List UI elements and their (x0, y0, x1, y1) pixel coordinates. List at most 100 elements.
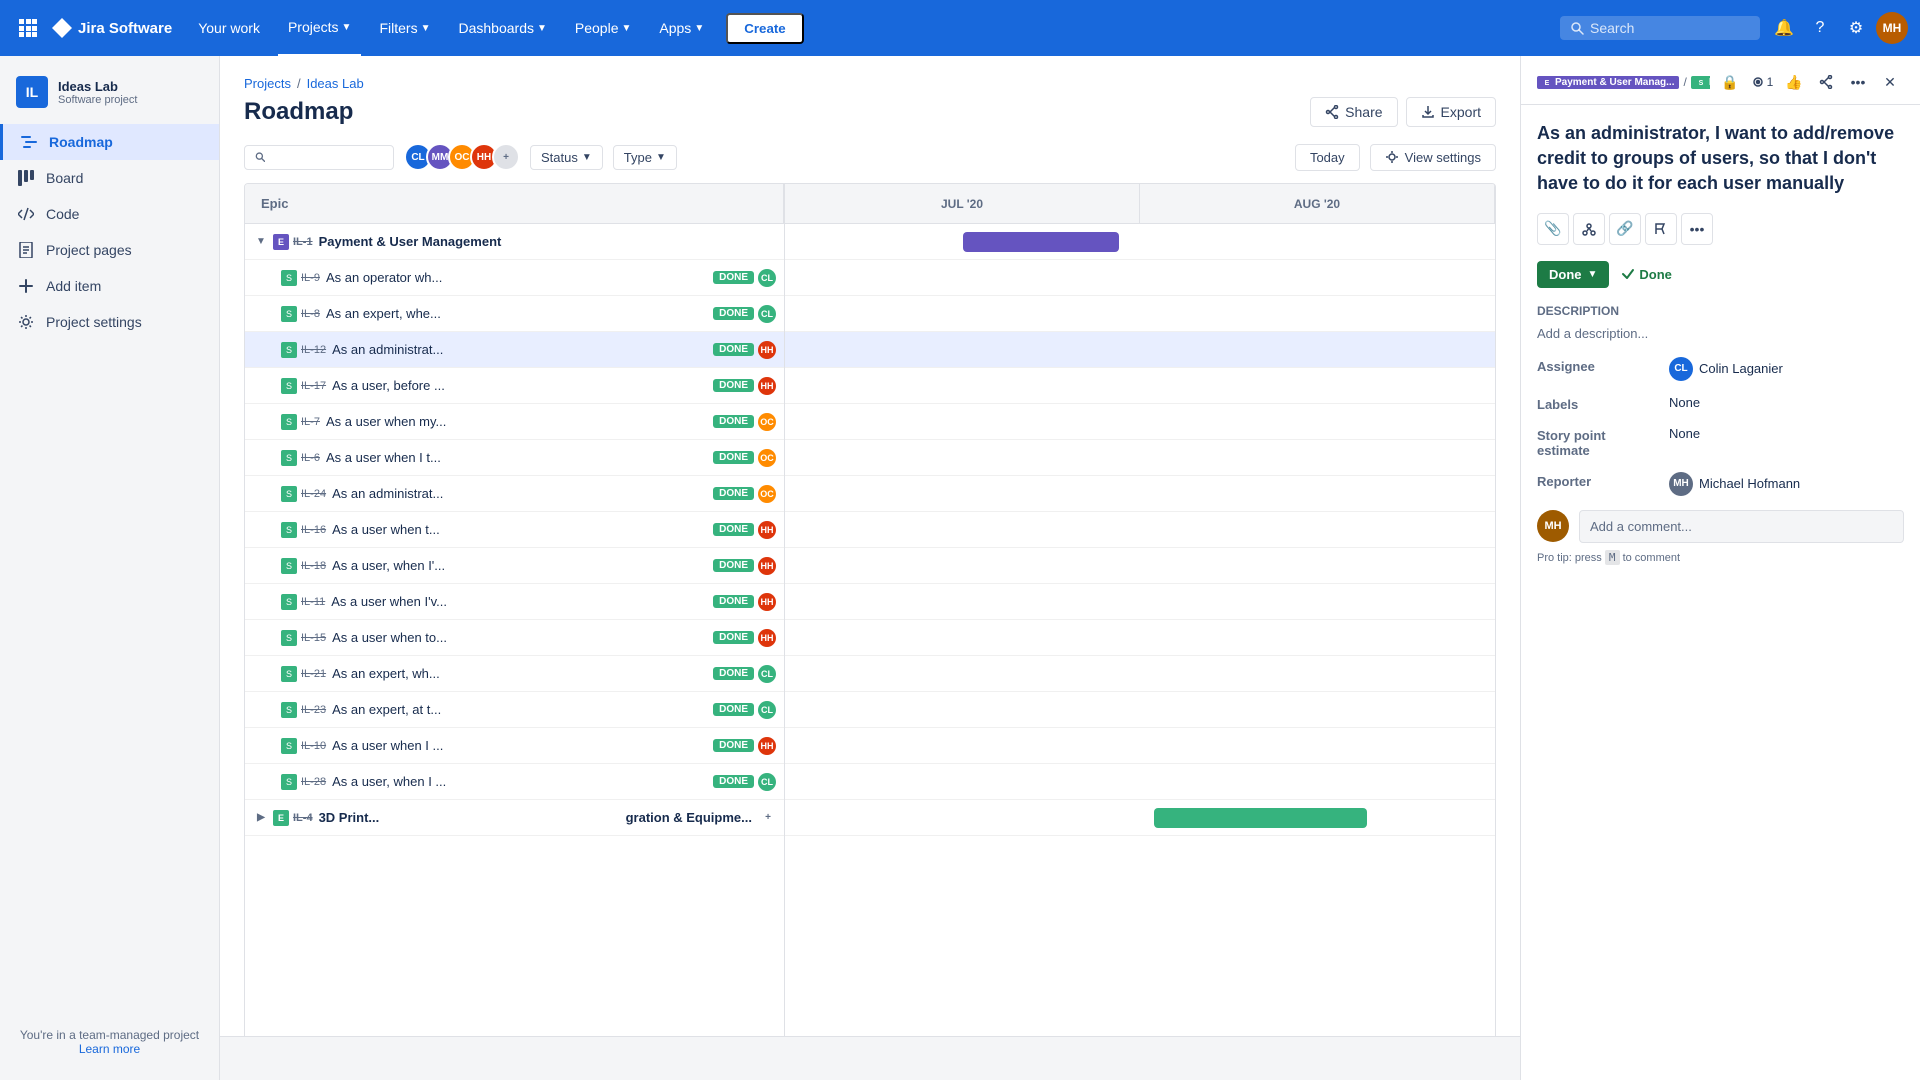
timeline-row (785, 620, 1495, 656)
table-row[interactable]: ▶ E IL-4 3D Print... gration & Equipme..… (245, 800, 784, 836)
notifications-icon[interactable]: 🔔 (1768, 12, 1800, 44)
watch-button[interactable]: 1 (1748, 68, 1776, 96)
search-placeholder: Search (1590, 20, 1634, 36)
toolbar-search[interactable] (244, 145, 394, 170)
table-row[interactable]: S IL-7 As a user when my... DONE OC (245, 404, 784, 440)
gantt-bar[interactable] (963, 232, 1119, 252)
story-title: As a user, when I ... (332, 774, 705, 789)
share-panel-icon[interactable] (1812, 68, 1840, 96)
nav-apps[interactable]: Apps ▼ (649, 0, 714, 56)
view-settings-button[interactable]: View settings (1370, 144, 1496, 171)
app-name: Jira Software (78, 20, 172, 37)
nav-filters[interactable]: Filters ▼ (369, 0, 440, 56)
epics-list: ▼ E IL-1 Payment & User Management S IL-… (245, 224, 785, 836)
story-id: IL-17 (301, 380, 326, 392)
assignee-avatar-small: HH (758, 557, 776, 575)
table-row[interactable]: ▼ E IL-1 Payment & User Management (245, 224, 784, 260)
table-row[interactable]: S IL-28 As a user, when I ... DONE CL (245, 764, 784, 800)
table-row[interactable]: S IL-15 As a user when to... DONE HH (245, 620, 784, 656)
sidebar-item-code[interactable]: Code (0, 196, 219, 232)
share-button[interactable]: Share (1310, 97, 1397, 127)
nav-dashboards[interactable]: Dashboards ▼ (448, 0, 556, 56)
story-type-icon: S (281, 306, 297, 322)
expand-icon[interactable]: ▼ (253, 234, 269, 250)
top-navigation: Jira Software Your work Projects ▼ Filte… (0, 0, 1920, 56)
avatar-more[interactable]: + (492, 143, 520, 171)
table-row[interactable]: S IL-21 As an expert, wh... DONE CL (245, 656, 784, 692)
thumbs-up-icon[interactable]: 👍 (1780, 68, 1808, 96)
type-filter[interactable]: Type ▼ (613, 145, 677, 170)
done-badge: DONE (713, 739, 754, 752)
close-panel-icon[interactable]: ✕ (1876, 68, 1904, 96)
nav-people[interactable]: People ▼ (565, 0, 642, 56)
story-title: As a user when I t... (326, 450, 705, 465)
nav-projects[interactable]: Projects ▼ (278, 0, 361, 56)
table-row[interactable]: S IL-12 As an administrat... DONE HH (245, 332, 784, 368)
lock-icon[interactable]: 🔒 (1716, 68, 1744, 96)
comment-input[interactable]: Add a comment... (1579, 510, 1904, 543)
assignee-avatar-small: HH (758, 593, 776, 611)
assignee-name: Colin Laganier (1699, 361, 1783, 376)
table-row[interactable]: S IL-17 As a user, before ... DONE HH (245, 368, 784, 404)
table-row[interactable]: S IL-11 As a user when I'v... DONE HH (245, 584, 784, 620)
assignee-avatar-small: CL (758, 701, 776, 719)
status-filter[interactable]: Status ▼ (530, 145, 603, 170)
expand-icon[interactable]: ▶ (253, 810, 269, 826)
sidebar-item-roadmap[interactable]: Roadmap (0, 124, 219, 160)
project-name: Ideas Lab (58, 79, 137, 94)
table-row[interactable]: S IL-23 As an expert, at t... DONE CL (245, 692, 784, 728)
done-badge: DONE (713, 667, 754, 680)
today-button[interactable]: Today (1295, 144, 1360, 171)
table-row[interactable]: S IL-6 As a user when I t... DONE OC (245, 440, 784, 476)
more-actions-icon[interactable]: ••• (1681, 213, 1713, 245)
help-icon[interactable]: ? (1804, 12, 1836, 44)
table-row[interactable]: S IL-10 As a user when I ... DONE HH (245, 728, 784, 764)
user-avatar[interactable]: MH (1876, 12, 1908, 44)
table-row[interactable]: S IL-24 As an administrat... DONE OC (245, 476, 784, 512)
story-type-icon: S (281, 342, 297, 358)
project-icon: IL (16, 76, 48, 108)
table-row[interactable]: S IL-16 As a user when t... DONE HH (245, 512, 784, 548)
breadcrumb-projects[interactable]: Projects (244, 76, 291, 91)
status-done-button[interactable]: Done ▼ (1537, 261, 1609, 288)
roadmap-left-panel: Epic ▼ E IL-1 Payment & User Management … (245, 184, 785, 1079)
search-input[interactable] (271, 150, 383, 165)
roadmap-timeline: JUL '20 AUG '20 (785, 184, 1495, 1079)
panel-body: As an administrator, I want to add/remov… (1521, 105, 1920, 1080)
story-type-icon: S (281, 738, 297, 754)
toolbar: CL MM OC HH + Status ▼ Type ▼ Today View… (244, 143, 1496, 171)
epic-title: 3D Print... (319, 810, 622, 825)
table-row[interactable]: S IL-18 As a user, when I'... DONE HH (245, 548, 784, 584)
nav-your-work[interactable]: Your work (188, 0, 270, 56)
add-child-icon[interactable]: + (760, 810, 776, 826)
timeline-row (785, 728, 1495, 764)
gantt-bar-il4[interactable] (1154, 808, 1367, 828)
table-row[interactable]: S IL-8 As an expert, whe... DONE CL (245, 296, 784, 332)
create-button[interactable]: Create (726, 13, 804, 44)
more-options-icon[interactable]: ••• (1844, 68, 1872, 96)
learn-more-link[interactable]: Learn more (79, 1042, 140, 1056)
export-button[interactable]: Export (1406, 97, 1496, 127)
add-description[interactable]: Add a description... (1537, 326, 1904, 341)
attachment-icon[interactable]: 📎 (1537, 213, 1569, 245)
reporter-name: Michael Hofmann (1699, 476, 1800, 491)
sidebar-item-project-pages[interactable]: Project pages (0, 232, 219, 268)
breadcrumb-project[interactable]: Ideas Lab (307, 76, 364, 91)
story-type-icon: S (281, 558, 297, 574)
sidebar-item-project-settings[interactable]: Project settings (0, 304, 219, 340)
link-icon[interactable]: 🔗 (1609, 213, 1641, 245)
assignee-value: CL Colin Laganier (1669, 357, 1783, 381)
story-id: IL-21 (301, 668, 326, 680)
app-grid-icon[interactable] (12, 12, 44, 44)
search-box[interactable]: Search (1560, 16, 1760, 40)
settings-icon[interactable]: ⚙ (1840, 12, 1872, 44)
sidebar-item-add-item[interactable]: Add item (0, 268, 219, 304)
sidebar-item-board[interactable]: Board (0, 160, 219, 196)
story-title: As an operator wh... (326, 270, 705, 285)
table-row[interactable]: S IL-9 As an operator wh... DONE CL (245, 260, 784, 296)
flag-icon[interactable] (1645, 213, 1677, 245)
child-issues-icon[interactable] (1573, 213, 1605, 245)
timeline-row (785, 800, 1495, 836)
assignee-avatar-small: CL (758, 269, 776, 287)
app-logo[interactable]: Jira Software (52, 18, 172, 38)
